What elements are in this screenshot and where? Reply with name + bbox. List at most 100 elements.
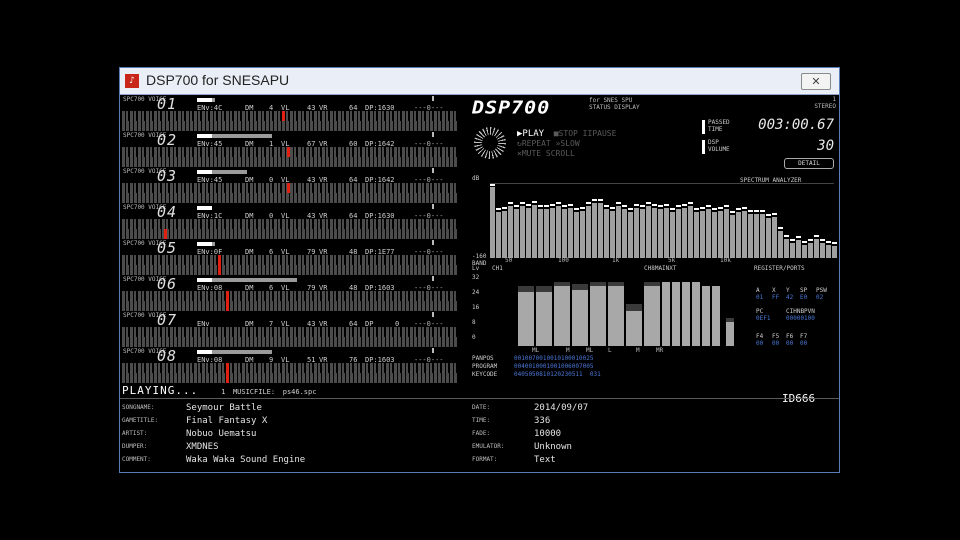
music-file-label: MUSICFILE:: [232, 388, 276, 396]
level-bar: [672, 282, 680, 346]
spectrum-analyzer: [490, 183, 837, 258]
keyboard: [122, 363, 458, 383]
level-bar: [608, 282, 624, 346]
meta-key: COMMENT:: [122, 456, 151, 463]
spectrum-bar: [592, 203, 597, 258]
level-bar: [644, 282, 660, 346]
key-on-marker: [287, 147, 290, 157]
title-bar[interactable]: ♪ DSP700 for SNESAPU ✕: [120, 68, 839, 95]
spectrum-bar: [538, 209, 543, 258]
spectrum-peak: [766, 214, 771, 216]
register-name: CIHNBPVN: [786, 308, 815, 315]
status-scroll: SCROLL: [545, 149, 575, 158]
level-bar: [712, 286, 720, 346]
level-label: Lv: [472, 265, 480, 272]
table-value: 0010070010010100010025: [514, 355, 594, 362]
spectrum-peak: [622, 205, 627, 207]
channel-row[interactable]: SPC700 VOICE 06 ENv:08 DM 6 VL 79 VR 48 DP:1603 --…: [122, 275, 458, 313]
meta-key: FADE:: [472, 430, 491, 437]
spectrum-peak: [556, 202, 561, 204]
channel-row[interactable]: SPC700 VOICE 04 ENv:1C DM 0 VL 43 VR 64 DP:1630 --…: [122, 203, 458, 241]
channel-volume-peak: [197, 350, 212, 354]
spectrum-bar: [808, 243, 813, 258]
spectrum-peak: [784, 235, 789, 237]
register-cell: X FF: [772, 287, 779, 301]
status-stop: STOP: [558, 129, 578, 138]
spectrum-peak: [502, 207, 507, 209]
spectrum-bar: [658, 209, 663, 258]
spectrum-peak: [724, 205, 729, 207]
spectrum-peak: [748, 210, 753, 212]
spectrum-bar: [520, 206, 525, 258]
spectrum-peak: [682, 204, 687, 206]
level-bar: [662, 282, 670, 346]
channel-row[interactable]: SPC700 VOICE 08 ENv:08 DM 9 VL 51 VR 76 DP:1603 --…: [122, 347, 458, 385]
spectrum-bar: [778, 231, 783, 258]
spectrum-x-tick: 5k: [668, 257, 676, 264]
register-cell: F7 00: [800, 333, 807, 347]
spectrum-bar: [634, 208, 639, 258]
detail-button[interactable]: DETAIL: [784, 158, 834, 169]
register-cell: F4 00: [756, 333, 763, 347]
spectrum-bar: [562, 209, 567, 258]
close-button[interactable]: ✕: [801, 73, 831, 90]
register-value: 00: [786, 340, 794, 347]
level-bar: [572, 284, 588, 346]
meta-key: SONGNAME:: [122, 404, 155, 411]
spectrum-x-tick: 10k: [720, 257, 731, 264]
spectrum-peak: [598, 199, 603, 201]
meta-key: EMULATOR:: [472, 443, 505, 450]
register-value: FF: [772, 294, 780, 301]
spectrum-bar: [616, 206, 621, 258]
register-cell: Y 42: [786, 287, 793, 301]
level-cap: [590, 282, 606, 286]
channel-row[interactable]: SPC700 VOICE 03 ENv:45 DM 0 VL 43 VR 64 DP:1642 --…: [122, 167, 458, 205]
spectrum-bar: [688, 206, 693, 258]
spectrum-x-tick: 50: [505, 257, 513, 264]
time-panel: PASSED TIME 003:00.67 DSP VOLUME 30: [702, 117, 834, 158]
spectrum-peak: [610, 207, 615, 209]
key-on-marker: [226, 291, 229, 311]
level-x-label: M: [636, 347, 640, 354]
spectrum-peak: [802, 241, 807, 243]
channel-table: PANPOS 0010070010010100010025 PROGRAM 00400…: [472, 355, 601, 379]
pan-indicator: [432, 168, 434, 173]
register-name: SP: [800, 287, 808, 294]
level-x-label: ML: [532, 347, 540, 354]
register-name: PC: [756, 308, 764, 315]
spectrum-bar: [736, 212, 741, 258]
meta-value: Unknown: [534, 442, 572, 452]
level-bar: [536, 286, 552, 346]
spectrum-bar: [796, 240, 801, 258]
meta-value: 336: [534, 416, 551, 426]
level-cap: [518, 286, 534, 292]
app-icon: ♪: [125, 74, 139, 88]
table-key: PANPOS: [472, 355, 494, 362]
channel-volume-peak: [197, 206, 212, 210]
level-x-label: MR: [656, 347, 664, 354]
level-x-label: L: [608, 347, 612, 354]
channel-volume-peak: [197, 98, 212, 102]
volume-label-2: VOLUME: [708, 146, 730, 153]
spectrum-peak: [550, 204, 555, 206]
spectrum-peak: [568, 204, 573, 206]
spectrum-bar: [622, 209, 627, 258]
channel-row[interactable]: SPC700 VOICE 01 ENv:4C DM 4 VL 43 VR 64 DP:1630 --…: [122, 95, 458, 133]
dsp-volume: 30: [817, 138, 834, 154]
spectrum-bar: [574, 212, 579, 258]
playback-status: ▶PLAY ■STOP IIPAUSE ↻REPEAT »SLOW ×MUTE …: [517, 129, 617, 158]
register-title: REGISTER/PORTS: [754, 265, 805, 272]
level-scale-tick: 16: [472, 304, 480, 311]
channel-row[interactable]: SPC700 VOICE 05 ENv:0F DM 6 VL 79 VR 48 DP:1E77 --…: [122, 239, 458, 277]
status-slow: SLOW: [560, 139, 580, 148]
register-name: F5: [772, 333, 780, 340]
song-metadata: SONGNAME: Seymour Battle GAMETITLE: Final F…: [120, 403, 839, 472]
spectrum-peak: [562, 205, 567, 207]
spectrum-peak: [616, 202, 621, 204]
spectrum-bar: [544, 209, 549, 258]
channel-row[interactable]: SPC700 VOICE 07 ENv DM 7 VL 43 VR 64 DP 0 ---0---: [122, 311, 458, 349]
register-value: 01: [756, 294, 764, 301]
channel-row[interactable]: SPC700 VOICE 02 ENv:45 DM 1 VL 67 VR 60 DP:1642 --…: [122, 131, 458, 169]
table-value: 0040010001001006007005: [514, 363, 594, 370]
spectrum-peak: [736, 208, 741, 210]
